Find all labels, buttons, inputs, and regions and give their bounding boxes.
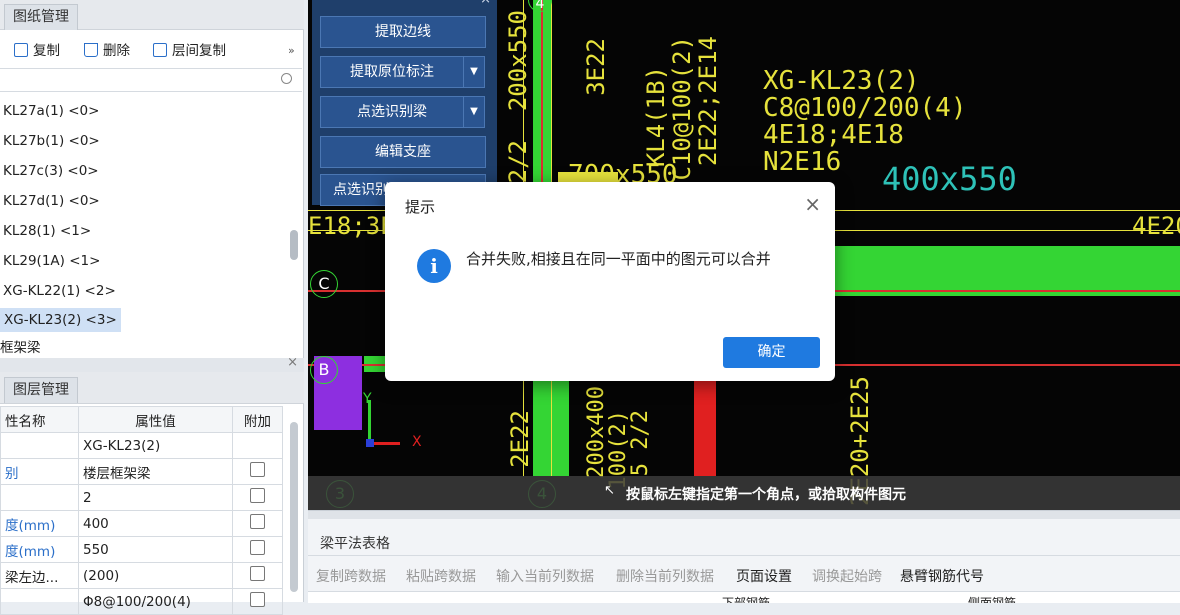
property-table: 性名称 属性值 附加 XG-KL23(2) 别楼层框架梁 2 度(mm) 400 … — [0, 406, 283, 615]
panel-splitter[interactable]: × — [0, 355, 304, 372]
cursor-icon: ↖ — [604, 483, 615, 498]
dropdown-icon[interactable]: ▼ — [463, 96, 485, 128]
ok-button[interactable]: 确定 — [723, 337, 820, 368]
dialog-message: 合并失败,相接且在同一平面中的图元可以合并 — [466, 250, 771, 268]
cad-text: 2E22;2E14 — [694, 36, 722, 167]
list-item[interactable]: XG-KL22(1) <2> — [3, 279, 116, 303]
paste-span-button[interactable]: 粘贴跨数据 — [406, 566, 476, 586]
axis-marker-b: B — [310, 356, 338, 384]
size-annotation: 400x550 — [882, 160, 1017, 198]
table-row[interactable]: XG-KL23(2) — [0, 432, 283, 459]
beam-vertical — [541, 372, 569, 476]
column-red — [694, 372, 716, 476]
floor-copy-button[interactable]: 层间复制 — [153, 40, 226, 62]
beam-tools-menu: × 提取边线 提取原位标注▼ 点选识别梁▼ 编辑支座 点选识别 — [312, 0, 497, 206]
table-row[interactable]: 度(mm) 550 — [0, 536, 283, 563]
floor-copy-icon — [153, 43, 167, 57]
delete-button[interactable]: 删除 — [84, 40, 130, 62]
swap-start-span-button[interactable]: 调换起始跨 — [812, 566, 882, 586]
status-text: 按鼠标左键指定第一个角点，或拾取构件图元 — [626, 487, 906, 503]
panel-splitter[interactable] — [308, 511, 1180, 519]
search-input[interactable] — [0, 68, 302, 92]
input-column-button[interactable]: 输入当前列数据 — [496, 566, 594, 586]
list-group-label[interactable]: 框架梁 — [0, 336, 41, 360]
table-header-row: 性名称 属性值 附加 — [0, 406, 283, 433]
property-scrollbar[interactable] — [290, 422, 298, 592]
cantilever-code-button[interactable]: 悬臂钢筋代号 — [900, 566, 984, 586]
layer-tabbar: 图层管理 — [0, 372, 304, 404]
list-item[interactable]: KL28(1) <1> — [3, 219, 91, 243]
delete-column-button[interactable]: 删除当前列数据 — [616, 566, 714, 586]
tab-drawing-management[interactable]: 图纸管理 — [4, 4, 78, 30]
cad-text: 2/2 — [504, 140, 532, 184]
alert-dialog: 提示 × i 合并失败,相接且在同一平面中的图元可以合并 确定 — [385, 182, 835, 381]
cad-text: 3E22 — [582, 38, 610, 96]
command-prompt-bar: ↖ 按鼠标左键指定第一个角点，或拾取构件图元 — [308, 476, 1180, 510]
copy-button[interactable]: 复制 — [14, 40, 60, 62]
list-scrollbar[interactable] — [290, 230, 298, 260]
ucs-origin — [366, 439, 374, 447]
checkbox[interactable] — [250, 514, 265, 529]
extract-label-button[interactable]: 提取原位标注 ▼ — [320, 56, 485, 88]
extract-edge-button[interactable]: 提取边线 — [320, 16, 486, 48]
list-item-selected[interactable]: XG-KL23(2) <3> — [0, 308, 121, 332]
pick-beam-button[interactable]: 点选识别梁 ▼ — [320, 96, 485, 128]
axis-marker-c: C — [310, 270, 338, 298]
left-panel: 图纸管理 复制 删除 层间复制 » KL27a(1) <0> KL27b(1) … — [0, 0, 304, 615]
checkbox[interactable] — [250, 566, 265, 581]
checkbox[interactable] — [250, 540, 265, 555]
cad-text: 4E20 — [1132, 212, 1180, 240]
divider — [308, 555, 1180, 556]
checkbox[interactable] — [250, 592, 265, 607]
list-item[interactable]: KL27d(1) <0> — [3, 189, 100, 213]
list-item[interactable]: KL29(1A) <1> — [3, 249, 100, 273]
list-item[interactable]: KL27b(1) <0> — [3, 129, 100, 153]
more-tools-button[interactable]: » — [288, 40, 295, 62]
trash-icon — [84, 43, 98, 57]
close-icon[interactable]: × — [480, 0, 491, 7]
drawing-tabbar: 图纸管理 — [0, 0, 304, 30]
tab-layer-management[interactable]: 图层管理 — [4, 377, 78, 403]
checkbox[interactable] — [250, 488, 265, 503]
table-row[interactable]: 度(mm) 400 — [0, 510, 283, 537]
info-icon: i — [417, 249, 451, 283]
copy-icon — [14, 43, 28, 57]
ucs-y-label: Y — [363, 391, 372, 407]
list-item[interactable]: KL27a(1) <0> — [3, 99, 99, 123]
table-row[interactable]: 别楼层框架梁 — [0, 458, 283, 485]
beam-table-header: 下部钢筋 侧面钢筋 — [308, 591, 1180, 603]
dropdown-icon[interactable]: ▼ — [463, 56, 485, 88]
close-icon[interactable]: × — [287, 355, 298, 370]
search-icon — [281, 73, 292, 84]
cad-text: C10@100(2) — [668, 36, 696, 181]
table-row[interactable]: 2 — [0, 484, 283, 511]
edit-support-button[interactable]: 编辑支座 — [320, 136, 486, 168]
close-icon[interactable]: × — [804, 192, 821, 216]
cad-text: 2E22 — [506, 410, 534, 468]
cad-text: KL4(1B) — [642, 66, 670, 168]
cad-text: 200x400 — [584, 386, 609, 479]
table-row[interactable]: 梁左边... (200) — [0, 562, 283, 589]
beam-table-panel: 梁平法表格 复制跨数据 粘贴跨数据 输入当前列数据 删除当前列数据 页面设置 调… — [308, 510, 1180, 603]
checkbox[interactable] — [250, 462, 265, 477]
ucs-x-axis — [370, 442, 400, 445]
ucs-x-label: X — [412, 434, 422, 450]
list-item[interactable]: KL27c(3) <0> — [3, 159, 99, 183]
cad-text: 5 2/2 — [628, 410, 653, 477]
page-setup-button[interactable]: 页面设置 — [736, 566, 792, 586]
copy-span-button[interactable]: 复制跨数据 — [316, 566, 386, 586]
cad-text: 200x550 — [504, 10, 532, 112]
panel-title: 梁平法表格 — [320, 536, 390, 552]
dialog-title: 提示 — [405, 198, 436, 216]
